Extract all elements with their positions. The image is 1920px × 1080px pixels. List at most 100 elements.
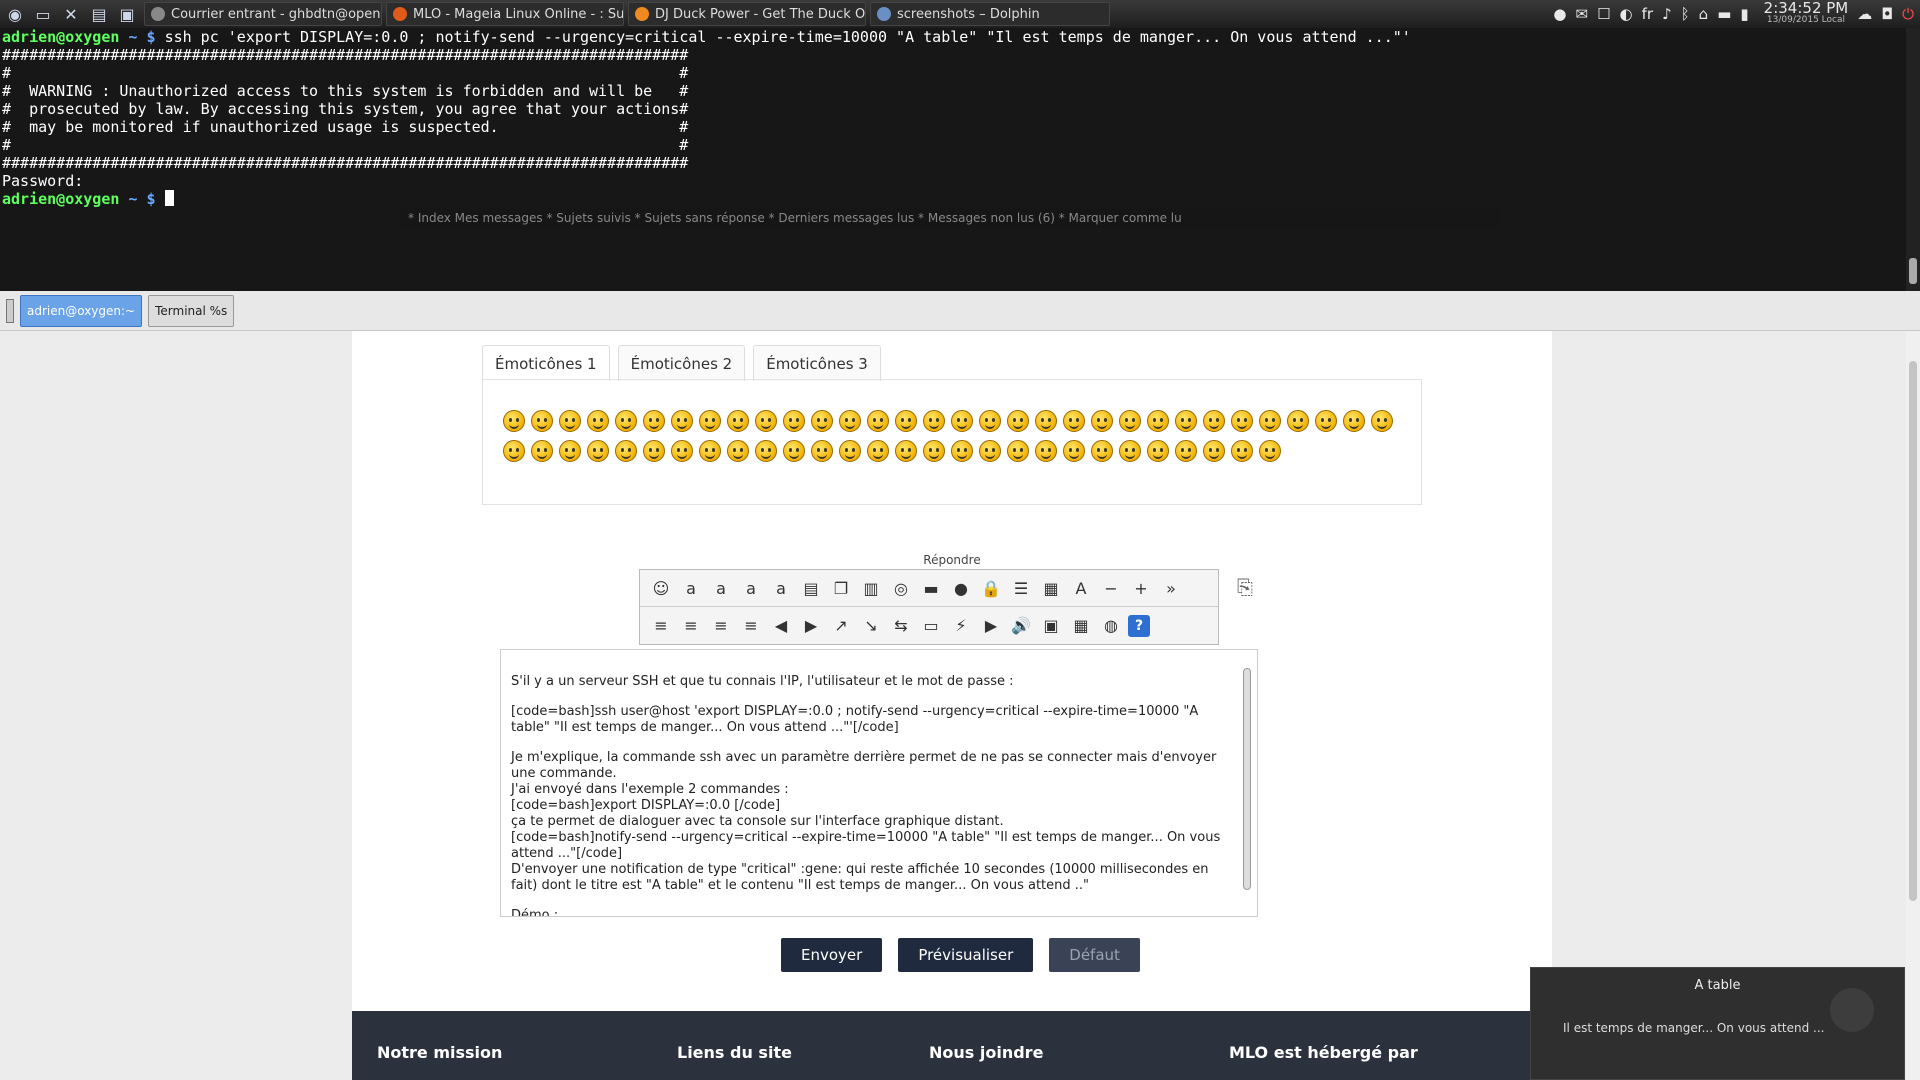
smiley-icon[interactable] xyxy=(1259,410,1281,432)
toolbar-button-icon[interactable]: ◀ xyxy=(768,613,794,639)
toolbar-button-icon[interactable]: a xyxy=(738,575,764,601)
smiley-icon[interactable] xyxy=(1203,410,1225,432)
smiley-icon[interactable] xyxy=(783,440,805,462)
send-button[interactable]: Envoyer xyxy=(781,938,883,972)
toolbar-button-icon[interactable]: + xyxy=(1128,575,1154,601)
smiley-icon[interactable] xyxy=(643,410,665,432)
toolbar-button-icon[interactable]: ▶ xyxy=(798,613,824,639)
toolbar-button-icon[interactable]: ▶ xyxy=(978,613,1004,639)
weather-icon[interactable]: ☁ xyxy=(1857,5,1872,23)
toolbar-button-icon[interactable]: ▬ xyxy=(918,575,944,601)
smiley-icon[interactable] xyxy=(1007,410,1029,432)
smiley-tab-3[interactable]: Émoticônes 3 xyxy=(753,345,881,381)
smiley-icon[interactable] xyxy=(755,440,777,462)
smiley-tab-1[interactable]: Émoticônes 1 xyxy=(482,345,610,381)
toolbar-button-icon[interactable]: ▭ xyxy=(918,613,944,639)
smiley-icon[interactable] xyxy=(1147,440,1169,462)
network-icon[interactable]: ⌂ xyxy=(1699,5,1709,23)
toolbar-button-icon[interactable]: a xyxy=(708,575,734,601)
smiley-icon[interactable] xyxy=(1343,410,1365,432)
workspace-icon[interactable]: ▭ xyxy=(30,2,56,26)
smiley-icon[interactable] xyxy=(1371,410,1393,432)
volume-icon[interactable]: ♪ xyxy=(1662,5,1672,23)
toolbar-button-icon[interactable]: 🔒 xyxy=(978,575,1004,601)
note-icon[interactable]: ☐ xyxy=(1597,5,1610,23)
desktop-notification[interactable]: A table Il est temps de manger... On vou… xyxy=(1530,967,1905,1080)
smiley-icon[interactable] xyxy=(923,440,945,462)
toolbar-button-icon[interactable]: ▦ xyxy=(1068,613,1094,639)
editor-scrollbar[interactable] xyxy=(1241,654,1253,912)
smiley-tab-2[interactable]: Émoticônes 2 xyxy=(617,345,746,381)
smiley-icon[interactable] xyxy=(895,440,917,462)
smiley-icon[interactable] xyxy=(895,410,917,432)
battery-icon[interactable]: ▮ xyxy=(1740,5,1748,23)
smiley-icon[interactable] xyxy=(867,410,889,432)
toolbar-button-icon[interactable]: ▥ xyxy=(858,575,884,601)
smiley-icon[interactable] xyxy=(951,440,973,462)
smiley-icon[interactable] xyxy=(1175,410,1197,432)
smiley-icon[interactable] xyxy=(671,410,693,432)
drive-icon[interactable]: ▬ xyxy=(1717,5,1731,23)
help-button-icon[interactable]: ? xyxy=(1128,614,1150,637)
smiley-icon[interactable] xyxy=(1091,410,1113,432)
toolbar-button-icon[interactable]: ● xyxy=(948,575,974,601)
smiley-icon[interactable] xyxy=(811,440,833,462)
smiley-icon[interactable] xyxy=(503,440,525,462)
smiley-icon[interactable] xyxy=(1007,440,1029,462)
smiley-icon[interactable] xyxy=(531,410,553,432)
toolbar-button-icon[interactable]: ☰ xyxy=(1008,575,1034,601)
smiley-icon[interactable] xyxy=(923,410,945,432)
smiley-icon[interactable] xyxy=(811,410,833,432)
bluetooth-icon[interactable]: ᛒ xyxy=(1681,5,1690,23)
smiley-icon[interactable] xyxy=(1259,440,1281,462)
smiley-icon[interactable] xyxy=(783,410,805,432)
mail-icon[interactable]: ✉ xyxy=(1576,5,1589,23)
bluetooth-badge-icon[interactable]: ● xyxy=(1553,5,1566,23)
app-menu-icon[interactable]: ◉ xyxy=(2,2,28,26)
smiley-icon[interactable] xyxy=(531,440,553,462)
smiley-icon[interactable] xyxy=(615,440,637,462)
smiley-icon[interactable] xyxy=(1287,410,1309,432)
files-icon[interactable]: ▤ xyxy=(86,2,112,26)
settings-icon[interactable]: ✕ xyxy=(58,2,84,26)
page-scrollbar[interactable] xyxy=(1906,331,1920,1080)
smiley-icon[interactable] xyxy=(587,440,609,462)
toolbar-button-icon[interactable]: 🔊 xyxy=(1008,613,1034,639)
smiley-icon[interactable] xyxy=(1063,410,1085,432)
toolbar-button-icon[interactable]: ▦ xyxy=(1038,575,1064,601)
smiley-icon[interactable] xyxy=(615,410,637,432)
message-textarea[interactable]: S'il y a un serveur SSH et que tu connai… xyxy=(500,649,1258,917)
smiley-icon[interactable] xyxy=(671,440,693,462)
smiley-icon[interactable] xyxy=(1231,440,1253,462)
terminal-scrollbar[interactable] xyxy=(1906,28,1920,291)
smiley-icon[interactable] xyxy=(1119,440,1141,462)
toolbar-button-icon[interactable]: ≡ xyxy=(738,613,764,639)
clock[interactable]: 2:34:52 PM 13/09/2015 Local xyxy=(1764,0,1849,26)
taskbar-task[interactable]: screenshots – Dolphin xyxy=(870,2,1110,26)
smiley-icon[interactable] xyxy=(1119,410,1141,432)
smiley-icon[interactable] xyxy=(559,440,581,462)
lock-icon[interactable]: ◘ xyxy=(1881,5,1893,23)
smiley-icon[interactable] xyxy=(559,410,581,432)
taskbar-task[interactable]: Courrier entrant - ghbdtn@openma xyxy=(144,2,382,26)
smiley-icon[interactable] xyxy=(587,410,609,432)
toolbar-button-icon[interactable]: ↗ xyxy=(828,613,854,639)
taskbar-task[interactable]: DJ Duck Power - Get The Duck Out O xyxy=(628,2,866,26)
terminal-launcher-icon[interactable]: ▣ xyxy=(114,2,140,26)
toolbar-button-icon[interactable]: ≡ xyxy=(708,613,734,639)
preview-button[interactable]: Prévisualiser xyxy=(898,938,1034,972)
smiley-icon[interactable] xyxy=(503,410,525,432)
tab-bar-handle[interactable] xyxy=(6,298,14,323)
toolbar-button-icon[interactable]: ▤ xyxy=(798,575,824,601)
smiley-icon[interactable] xyxy=(1147,410,1169,432)
smiley-icon[interactable] xyxy=(727,440,749,462)
smiley-icon[interactable] xyxy=(727,410,749,432)
toolbar-button-icon[interactable]: ❐ xyxy=(828,575,854,601)
smiley-icon[interactable] xyxy=(643,440,665,462)
smiley-icon[interactable] xyxy=(951,410,973,432)
smiley-icon[interactable] xyxy=(1203,440,1225,462)
smiley-icon[interactable] xyxy=(839,440,861,462)
smiley-icon[interactable] xyxy=(979,440,1001,462)
smiley-icon[interactable] xyxy=(699,410,721,432)
smiley-icon[interactable] xyxy=(699,440,721,462)
